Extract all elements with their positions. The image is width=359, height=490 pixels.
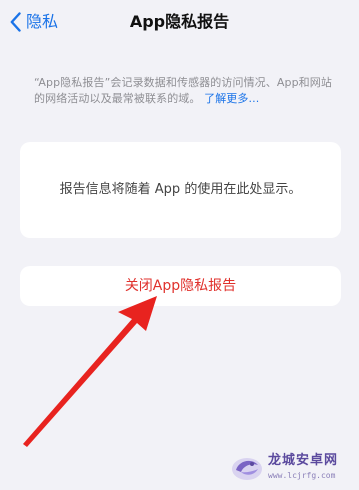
watermark-logo-icon [232, 458, 262, 480]
watermark-brand: 龙城安卓网 [268, 453, 339, 468]
annotation-arrow-icon [23, 296, 157, 447]
watermark: 龙城安卓网 www.lcjrfg.com [216, 443, 359, 490]
watermark-url: www.lcjrfg.com [268, 471, 336, 480]
